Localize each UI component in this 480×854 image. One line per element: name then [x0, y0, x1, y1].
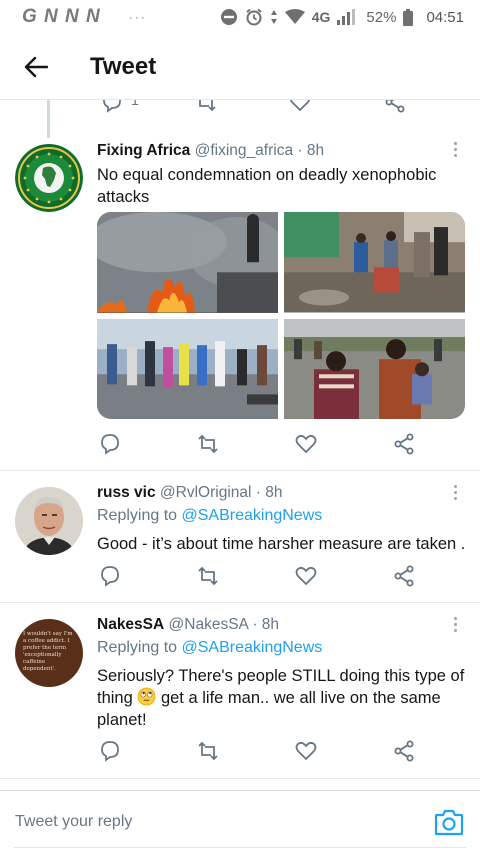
status-bar: G N N N ··· 4G 52% 04:51 [0, 0, 480, 34]
battery-percent: 52% [366, 8, 397, 26]
dnd-icon [220, 9, 237, 25]
reply-count: 1 [131, 100, 139, 108]
share-icon [394, 433, 414, 455]
like-button[interactable] [293, 563, 319, 589]
avatar[interactable] [15, 487, 83, 555]
replying-to: Replying to @SABreakingNews [97, 637, 466, 659]
replying-to: Replying to @SABreakingNews [97, 505, 466, 527]
share-button[interactable] [391, 431, 417, 457]
display-name[interactable]: Fixing Africa [97, 142, 190, 159]
tweet-meta: russ vic @RvlOriginal · 8h [97, 483, 466, 503]
more-icon[interactable] [452, 617, 458, 635]
tweet-actions [97, 738, 417, 764]
media-photo-street[interactable] [284, 212, 465, 313]
retweet-button[interactable] [195, 738, 221, 764]
carrier-letters: G N N N [22, 6, 101, 27]
display-name[interactable]: russ vic [97, 484, 156, 501]
share-button[interactable] [391, 563, 417, 589]
reply-input[interactable]: Tweet your reply [15, 805, 415, 839]
avatar[interactable]: I wouldn't say I'm a coffee addict. I pr… [15, 619, 83, 687]
retweet-icon[interactable] [194, 100, 218, 114]
share-icon [394, 740, 414, 762]
tweet-russ-vic[interactable]: russ vic @RvlOriginal · 8h Replying to @… [0, 471, 480, 601]
network-type: 4G [311, 9, 331, 25]
share-icon [394, 565, 414, 587]
like-icon [295, 566, 317, 586]
retweet-icon [198, 566, 218, 586]
handle[interactable]: @fixing_africa [195, 142, 293, 159]
share-button[interactable] [391, 738, 417, 764]
share-icon[interactable] [383, 100, 407, 114]
wifi-icon [284, 9, 305, 24]
handle[interactable]: @NakesSA [169, 616, 249, 633]
reply-button[interactable] [97, 563, 123, 589]
more-icon[interactable] [452, 142, 458, 160]
tweet-media-grid [97, 212, 465, 419]
tweet-meta: Fixing Africa @fixing_africa · 8h [97, 141, 466, 161]
handle[interactable]: @RvlOriginal [160, 484, 252, 501]
like-icon [295, 741, 317, 761]
avatar-quote-text: I wouldn't say I'm a coffee addict. I pr… [23, 631, 73, 672]
data-arrows-icon [270, 10, 277, 24]
like-button[interactable] [293, 738, 319, 764]
tweet-nakessa[interactable]: I wouldn't say I'm a coffee addict. I pr… [0, 603, 480, 778]
media-photo-family[interactable] [284, 318, 465, 419]
reply-icon [101, 434, 119, 455]
tweet-text: Seriously? There's people STILL doing th… [97, 665, 466, 731]
timestamp: · 8h [297, 142, 325, 159]
reply-button[interactable] [97, 431, 123, 457]
alarm-icon [246, 8, 262, 26]
replying-to-link[interactable]: @SABreakingNews [182, 507, 323, 524]
camera-icon [434, 809, 464, 836]
reply-composer: Tweet your reply [0, 790, 480, 854]
replying-prefix: Replying to [97, 639, 178, 656]
like-icon[interactable] [288, 100, 312, 114]
tweet-actions [97, 431, 417, 457]
camera-button[interactable] [434, 808, 464, 836]
more-icon[interactable] [452, 485, 458, 503]
retweet-button[interactable] [195, 563, 221, 589]
back-button[interactable] [0, 34, 72, 100]
app-header: Tweet [0, 34, 480, 100]
tweet-text: Good - it’s about time harsher measure a… [97, 535, 466, 553]
back-arrow-icon [24, 56, 48, 77]
like-icon [295, 434, 317, 454]
reply-button[interactable] [97, 738, 123, 764]
display-name[interactable]: NakesSA [97, 616, 164, 633]
tweet-meta: NakesSA @NakesSA · 8h [97, 615, 466, 635]
tweet-actions [97, 563, 417, 589]
reply-icon[interactable] [100, 100, 124, 114]
retweet-button[interactable] [195, 431, 221, 457]
tweet-text: No equal condemnation on deadly xenophob… [97, 166, 437, 206]
rolling-eyes-emoji-icon [137, 687, 156, 706]
media-photo-crowd[interactable] [97, 318, 278, 419]
reply-icon [101, 566, 119, 587]
like-button[interactable] [293, 431, 319, 457]
reply-icon [101, 741, 119, 762]
retweet-icon [198, 434, 218, 454]
retweet-icon [198, 741, 218, 761]
clock: 04:51 [426, 8, 464, 26]
replying-to-link[interactable]: @SABreakingNews [182, 639, 323, 656]
page-title: Tweet [90, 52, 157, 80]
replying-prefix: Replying to [97, 507, 178, 524]
timestamp: · 8h [255, 484, 283, 501]
composer-underline [14, 847, 466, 848]
avatar[interactable] [15, 144, 83, 212]
notification-dots: ··· [128, 10, 147, 24]
battery-icon [403, 8, 414, 26]
previous-tweet-actions: 1 [0, 100, 480, 114]
timestamp: · 8h [252, 616, 280, 633]
media-photo-fire[interactable] [97, 212, 278, 313]
divider [0, 778, 480, 779]
signal-icon [337, 9, 356, 25]
